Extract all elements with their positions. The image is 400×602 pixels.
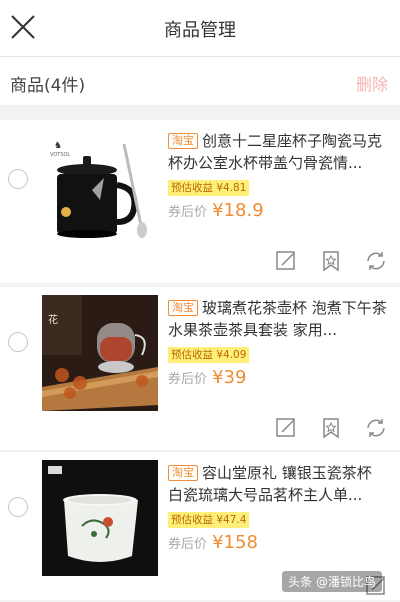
estimated-earning: 预估收益 ¥47.4 [168, 512, 250, 528]
price-label: 券后价 [168, 205, 208, 220]
refresh-icon [367, 419, 385, 437]
item-actions [258, 416, 388, 440]
product-info: 淘宝 玻璃煮花茶壶杯 泡煮下午茶 水果茶壶茶具套装 家用... 预估收益 ¥4.0… [168, 297, 390, 397]
product-title-text: 创意十二星座杯子陶瓷马克杯办公室水杯带盖勺骨瓷情... [168, 132, 383, 172]
select-radio[interactable] [8, 332, 28, 352]
product-info: 淘宝 创意十二星座杯子陶瓷马克杯办公室水杯带盖勺骨瓷情... 预估收益 ¥4.81… [168, 130, 390, 230]
refresh-button[interactable] [364, 249, 388, 273]
price-row: 券后价 ¥158 [168, 532, 390, 562]
source-tag: 淘宝 [168, 465, 198, 481]
price-row: 券后价 ¥39 [168, 367, 390, 397]
product-item[interactable]: 淘宝 容山堂原礼 镶银玉瓷茶杯 白瓷琉璃大号品茗杯主人单... 预估收益 ¥47.… [0, 452, 400, 600]
estimated-earning: 预估收益 ¥4.81 [168, 180, 250, 196]
product-title[interactable]: 淘宝 容山堂原礼 镶银玉瓷茶杯 白瓷琉璃大号品茗杯主人单... [168, 462, 390, 506]
edit-icon [276, 251, 295, 270]
product-info: 淘宝 容山堂原礼 镶银玉瓷茶杯 白瓷琉璃大号品茗杯主人单... 预估收益 ¥47.… [168, 462, 390, 562]
price-label: 券后价 [168, 372, 208, 387]
source-tag: 淘宝 [168, 133, 198, 149]
svg-text:♞: ♞ [54, 141, 62, 151]
product-item[interactable]: 花 淘宝 玻璃煮花茶壶杯 泡煮下午茶 水果茶壶茶具套装 家用... 预估收益 ¥4… [0, 287, 400, 450]
svg-text:VOTSOL: VOTSOL [50, 152, 70, 158]
product-title-text: 玻璃煮花茶壶杯 泡煮下午茶 水果茶壶茶具套装 家用... [168, 299, 387, 339]
page-title: 商品管理 [164, 20, 236, 41]
bookmark-icon [323, 251, 339, 272]
product-title[interactable]: 淘宝 创意十二星座杯子陶瓷马克杯办公室水杯带盖勺骨瓷情... [168, 130, 390, 174]
product-image[interactable]: ♞ VOTSOL [42, 130, 158, 246]
select-radio[interactable] [8, 497, 28, 517]
product-item[interactable]: ♞ VOTSOL 淘宝 创意十二星座杯子陶瓷马克杯办公室水杯带盖勺骨瓷情... 预… [0, 120, 400, 283]
select-radio[interactable] [8, 169, 28, 189]
bookmark-button[interactable] [319, 249, 343, 273]
watermark: 头条 @潘锁比鸟 [282, 571, 382, 592]
price-row: 券后价 ¥18.9 [168, 200, 390, 230]
source-tag: 淘宝 [168, 300, 198, 316]
edit-icon [276, 418, 295, 437]
price-label: 券后价 [168, 537, 208, 552]
price-value: ¥158 [212, 532, 258, 553]
edit-button[interactable] [274, 416, 298, 440]
item-count: 商品(4件) [10, 76, 86, 96]
item-actions [258, 249, 388, 273]
product-title-text: 容山堂原礼 镶银玉瓷茶杯 白瓷琉璃大号品茗杯主人单... [168, 464, 372, 504]
svg-text:花: 花 [48, 313, 58, 326]
refresh-icon [367, 252, 385, 270]
bookmark-button[interactable] [319, 416, 343, 440]
product-title[interactable]: 淘宝 玻璃煮花茶壶杯 泡煮下午茶 水果茶壶茶具套装 家用... [168, 297, 390, 341]
top-bar: 商品管理 [0, 0, 400, 57]
product-image[interactable]: 花 [42, 295, 158, 411]
edit-button[interactable] [274, 249, 298, 273]
bookmark-icon [323, 418, 339, 439]
estimated-earning: 预估收益 ¥4.09 [168, 347, 250, 363]
delete-button[interactable]: 删除 [356, 71, 388, 95]
product-image[interactable] [42, 460, 158, 576]
list-toolbar: 商品(4件) 删除 [0, 57, 400, 105]
refresh-button[interactable] [364, 416, 388, 440]
price-value: ¥39 [212, 367, 247, 388]
price-value: ¥18.9 [212, 200, 264, 221]
